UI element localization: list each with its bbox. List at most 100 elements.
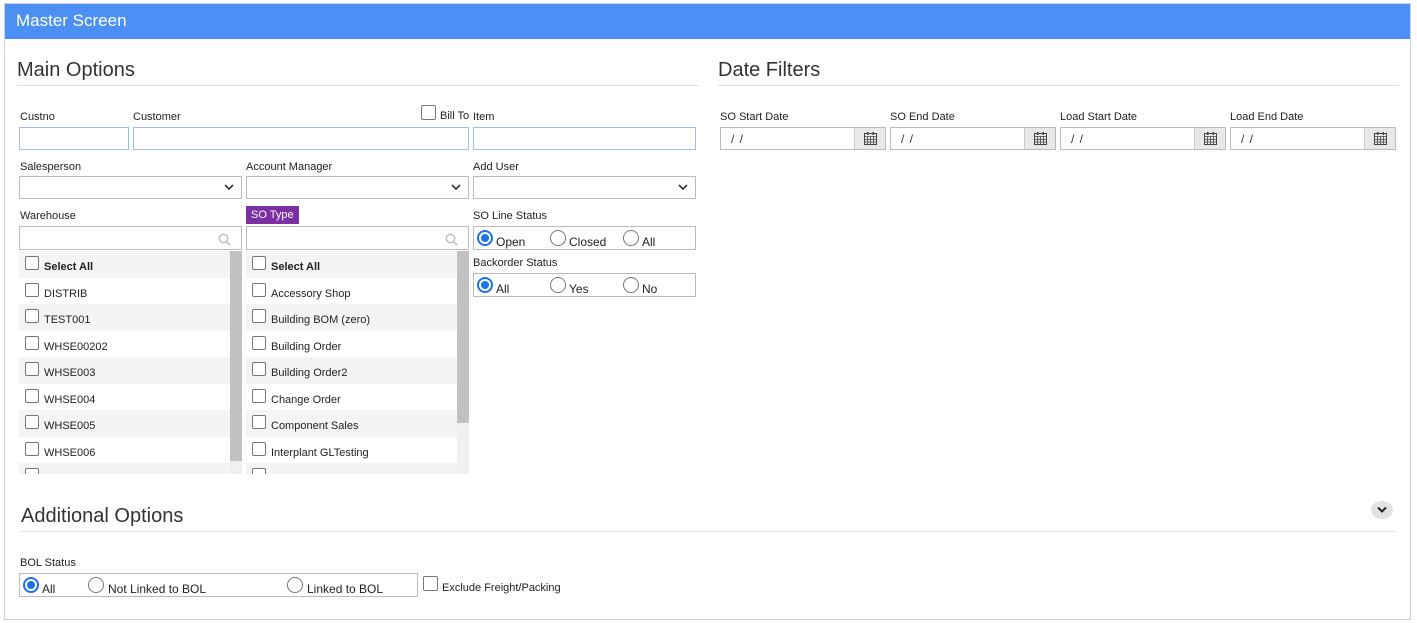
so-line-status-open-radio[interactable] — [477, 230, 493, 246]
bol-status-not-linked-label: Not Linked to BOL — [108, 582, 207, 596]
load-end-date-input[interactable]: / / — [1230, 127, 1396, 150]
date-filters-title: Date Filters — [718, 59, 821, 81]
warehouse-list: Select All DISTRIB TEST001 WHSE00202 WHSE003… — [19, 226, 243, 474]
warehouse-list-item[interactable]: WHSE00202 — [19, 331, 230, 358]
item-input[interactable] — [473, 127, 696, 150]
so-start-date-input[interactable]: / / — [720, 127, 886, 150]
so-type-list: Select All Accessory Shop Building BOM (ze… — [246, 226, 470, 474]
so-type-item-checkbox[interactable] — [252, 388, 266, 403]
salesperson-label: Salesperson — [20, 161, 82, 173]
warehouse-item-checkbox[interactable] — [25, 441, 39, 456]
bol-status-not-linked-radio[interactable] — [88, 577, 104, 593]
warehouse-list-item[interactable]: TEST001 — [19, 304, 230, 331]
so-type-list-item[interactable]: Building BOM (zero) — [246, 304, 457, 331]
so-type-list-item-partial[interactable] — [246, 463, 457, 474]
so-end-date-calendar-button[interactable] — [1024, 128, 1055, 149]
warehouse-list-item[interactable]: WHSE006 — [19, 437, 230, 464]
warehouse-item-label: WHSE006 — [44, 446, 96, 459]
warehouse-item-checkbox[interactable] — [25, 256, 39, 270]
warehouse-search-input[interactable] — [19, 226, 242, 250]
exclude-freight-checkbox[interactable] — [423, 576, 438, 591]
so-line-status-closed-radio[interactable] — [550, 230, 566, 246]
so-line-status-group: Open Closed All — [473, 226, 696, 250]
backorder-status-no-radio[interactable] — [623, 277, 639, 293]
account-manager-select[interactable] — [246, 176, 469, 199]
warehouse-item-checkbox[interactable] — [25, 415, 39, 429]
so-line-status-all-label: All — [642, 235, 656, 249]
warehouse-list-item[interactable]: WHSE005 — [19, 410, 230, 437]
warehouse-item-checkbox[interactable] — [25, 309, 39, 323]
load-start-date-label: Load Start Date — [1060, 111, 1138, 123]
bol-status-linked-radio[interactable] — [287, 577, 303, 593]
load-end-date-calendar-button[interactable] — [1364, 128, 1395, 149]
bol-status-all-radio[interactable] — [23, 577, 39, 593]
so-type-item-label: Accessory Shop — [271, 287, 351, 300]
customer-input[interactable] — [133, 127, 469, 150]
so-type-item-checkbox[interactable] — [252, 335, 266, 350]
warehouse-item-label: WHSE00202 — [44, 340, 108, 353]
collapse-toggle-button[interactable] — [1371, 501, 1393, 519]
warehouse-list-item[interactable]: WHSE004 — [19, 384, 230, 411]
so-start-date-calendar-button[interactable] — [854, 128, 885, 149]
chevron-down-icon — [678, 184, 688, 191]
so-start-date-label: SO Start Date — [720, 111, 789, 123]
so-type-item-checkbox[interactable] — [252, 282, 266, 297]
so-type-item-label: Select All — [271, 261, 321, 273]
date-filters-divider — [718, 85, 1399, 86]
so-type-list-item[interactable]: Component Sales — [246, 410, 457, 437]
so-type-list-item[interactable]: Accessory Shop — [246, 278, 457, 305]
warehouse-item-checkbox[interactable] — [25, 335, 39, 350]
so-type-item-checkbox[interactable] — [252, 309, 266, 323]
so-type-search-input[interactable] — [246, 226, 469, 250]
warehouse-item-label: WHSE004 — [44, 393, 96, 406]
so-type-item-checkbox[interactable] — [252, 441, 266, 456]
warehouse-item-checkbox[interactable] — [25, 282, 39, 297]
warehouse-list-item-partial[interactable] — [19, 463, 230, 474]
warehouse-item-checkbox[interactable] — [25, 468, 39, 474]
so-type-item-checkbox[interactable] — [252, 362, 266, 376]
so-line-status-label: SO Line Status — [473, 210, 547, 222]
so-type-scrollbar[interactable] — [457, 251, 469, 474]
add-user-label: Add User — [473, 161, 519, 173]
salesperson-select[interactable] — [19, 176, 242, 199]
so-type-item-checkbox[interactable] — [252, 256, 266, 270]
backorder-status-yes-radio[interactable] — [550, 277, 566, 293]
warehouse-list-item[interactable]: WHSE003 — [19, 357, 230, 384]
warehouse-item-checkbox[interactable] — [25, 388, 39, 403]
bill-to-checkbox[interactable] — [421, 105, 436, 120]
so-type-item-checkbox[interactable] — [252, 415, 266, 429]
master-screen-panel: Master Screen Main Options Custno Custom… — [4, 3, 1411, 620]
so-type-item-label: Component Sales — [271, 420, 359, 432]
account-manager-label: Account Manager — [246, 161, 333, 173]
so-type-list-item[interactable]: Interplant GLTesting — [246, 437, 457, 464]
warehouse-list-item[interactable]: Select All — [19, 251, 230, 278]
so-type-list-item[interactable]: Select All — [246, 251, 457, 278]
warehouse-item-label: WHSE005 — [44, 420, 96, 432]
backorder-status-label: Backorder Status — [473, 257, 558, 269]
so-type-list-item[interactable]: Change Order — [246, 384, 457, 411]
warehouse-list-item[interactable]: DISTRIB — [19, 278, 230, 305]
so-type-item-checkbox[interactable] — [252, 468, 266, 474]
warehouse-item-checkbox[interactable] — [25, 362, 39, 376]
backorder-status-yes-label: Yes — [569, 282, 589, 296]
backorder-status-all-radio[interactable] — [477, 277, 493, 293]
so-line-status-all-radio[interactable] — [623, 230, 639, 246]
load-start-date-input[interactable]: / / — [1060, 127, 1226, 150]
so-type-list-item[interactable]: Building Order — [246, 331, 457, 358]
so-type-list-item[interactable]: Building Order2 — [246, 357, 457, 384]
so-line-status-closed-label: Closed — [569, 235, 607, 249]
so-end-date-input[interactable]: / / — [890, 127, 1056, 150]
load-end-date-value: / / — [1241, 132, 1255, 146]
add-user-select[interactable] — [473, 176, 696, 199]
backorder-status-group: All Yes No — [473, 273, 696, 297]
warehouse-scrollbar[interactable] — [230, 251, 242, 474]
custno-input[interactable] — [19, 127, 129, 150]
additional-options-title: Additional Options — [21, 505, 184, 527]
custno-label: Custno — [20, 111, 55, 123]
so-type-scroll-thumb[interactable] — [457, 251, 469, 423]
chevron-down-icon — [1377, 506, 1387, 513]
search-icon — [218, 233, 231, 246]
so-end-date-label: SO End Date — [890, 111, 955, 123]
warehouse-scroll-thumb[interactable] — [230, 251, 242, 461]
load-start-date-calendar-button[interactable] — [1194, 128, 1225, 149]
